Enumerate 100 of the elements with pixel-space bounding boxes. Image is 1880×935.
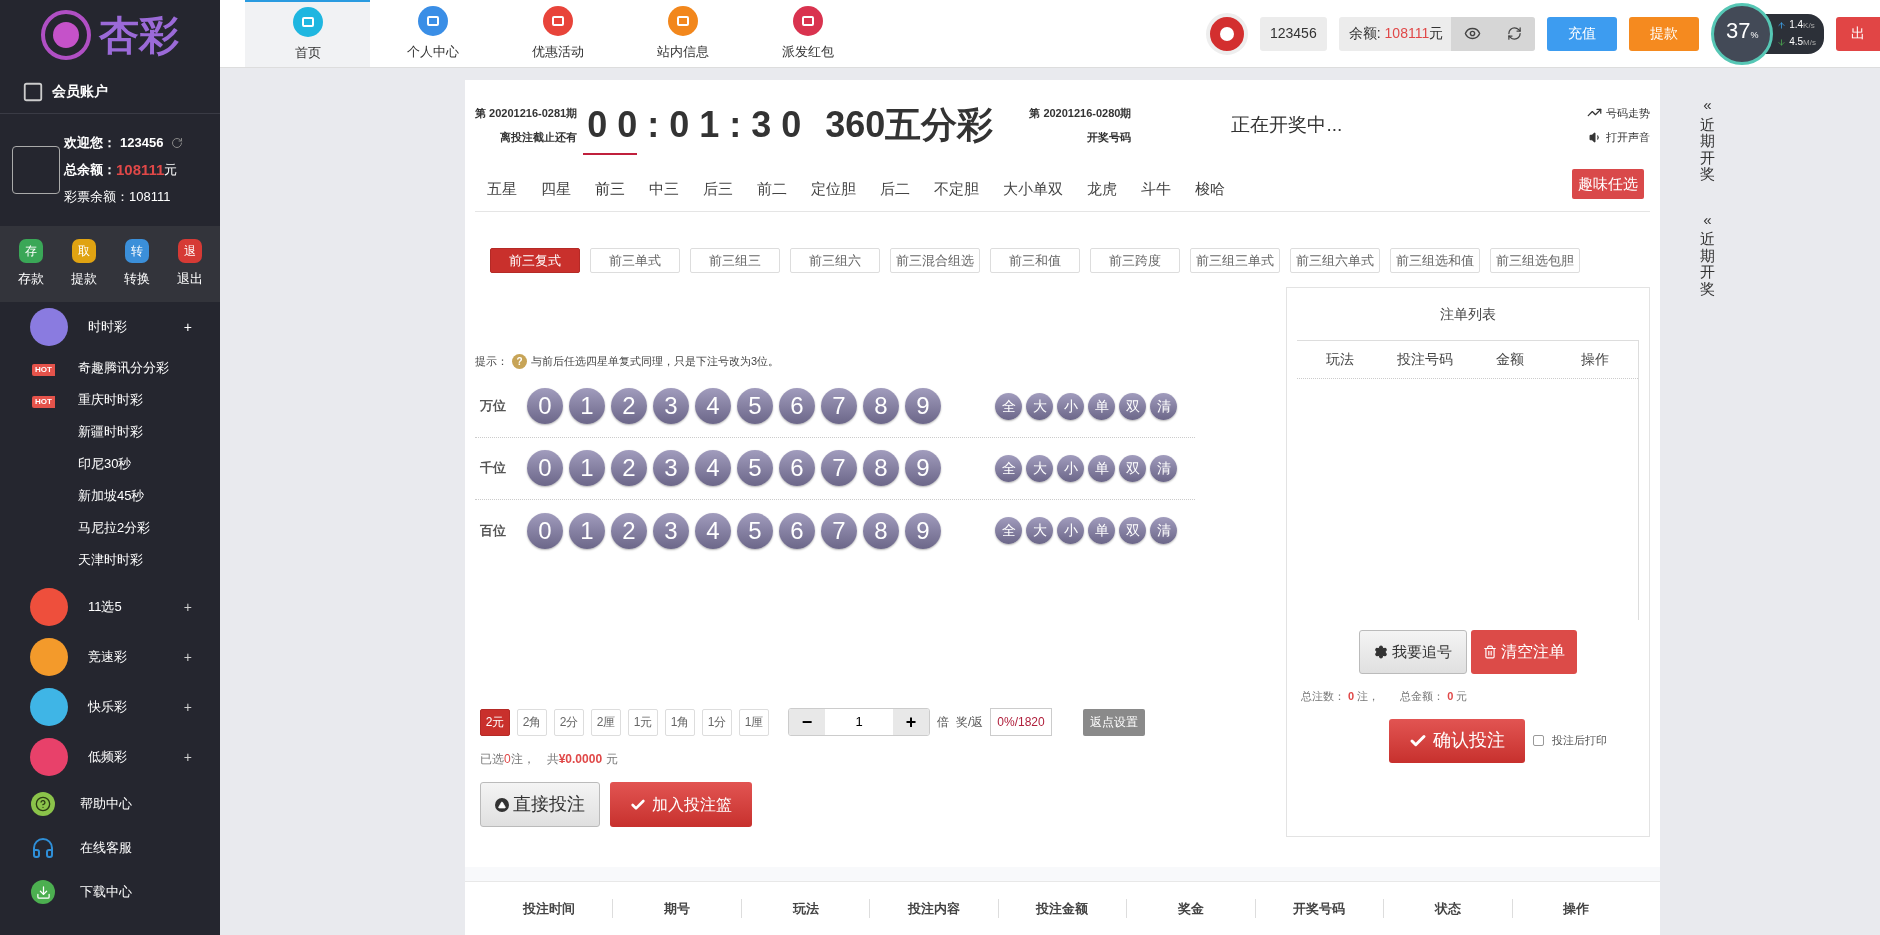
multiplier-stepper[interactable]: − 1 + [788, 708, 930, 736]
add-to-basket-button[interactable]: 加入投注篮 [610, 782, 752, 827]
sub-play-button[interactable]: 前三混合组选 [890, 248, 980, 273]
sub-play-button[interactable]: 前三组六 [790, 248, 880, 273]
column-header: 奖金 [1126, 898, 1255, 919]
chase-number-button[interactable]: 我要追号 [1359, 630, 1467, 674]
expand-toggle[interactable]: + [183, 696, 192, 718]
sidebar-link[interactable]: 在线客服 [0, 826, 220, 870]
category-item[interactable]: 11选5 + [0, 582, 220, 632]
sub-play-button[interactable]: 前三组选包胆 [1490, 248, 1580, 273]
play-tab[interactable]: 斗牛 [1129, 153, 1183, 203]
sub-play-button[interactable]: 前三跨度 [1090, 248, 1180, 273]
sub-play-button[interactable]: 前三组选和值 [1390, 248, 1480, 273]
increase-button[interactable]: + [893, 709, 929, 735]
lottery-item[interactable]: 马尼拉2分彩 [0, 512, 220, 544]
eye-icon [1463, 25, 1481, 42]
upload-arrow-icon [1777, 20, 1787, 30]
memory-percent-gauge: 37% [1711, 2, 1774, 65]
category-item[interactable]: 快乐彩 + [0, 682, 220, 732]
play-tab[interactable]: 后三 [691, 153, 745, 203]
play-tab[interactable]: 前三 [583, 153, 637, 203]
category-item[interactable]: 低频彩 + [0, 732, 220, 782]
sub-play-button[interactable]: 前三单式 [590, 248, 680, 273]
sub-play-button[interactable]: 前三和值 [990, 248, 1080, 273]
play-tab[interactable]: 龙虎 [1075, 153, 1129, 203]
direct-bet-button[interactable]: 直接投注 [480, 782, 600, 827]
sidebar-link[interactable]: 帮助中心 [0, 782, 220, 826]
hot-badge: HOT [32, 396, 55, 409]
unit-button[interactable]: 1元 [628, 708, 658, 736]
play-tab[interactable]: 后二 [868, 153, 922, 203]
expand-toggle[interactable]: + [183, 316, 192, 338]
member-account-link[interactable]: 会员账户 [52, 81, 108, 102]
download-speed-text: 4.5M/s [1789, 34, 1816, 49]
sound-link[interactable]: 打开声音 [1589, 129, 1650, 146]
play-tab[interactable]: 梭哈 [1183, 153, 1237, 203]
trend-link[interactable]: 号码走势 [1587, 104, 1650, 121]
sub-play-button[interactable]: 前三组三 [690, 248, 780, 273]
currency-unit: 元 [1429, 24, 1445, 43]
total-count-label: 总注数： [1301, 689, 1345, 704]
expand-toggle[interactable]: + [183, 596, 192, 618]
nav-tab[interactable]: 派发红包 [745, 0, 870, 67]
lottery-item[interactable]: 新加坡45秒 [0, 480, 220, 512]
confirm-bet-button[interactable]: 确认投注 [1389, 718, 1525, 763]
lottery-item[interactable]: 天津时时彩 [0, 544, 220, 576]
lottery-item[interactable]: 印尼30秒 [0, 448, 220, 480]
rebate-settings-button[interactable]: 返点设置 [1082, 708, 1145, 736]
play-tab[interactable]: 定位胆 [799, 153, 868, 203]
lottery-item[interactable]: HOT 奇趣腾讯分分彩 [0, 352, 220, 384]
column-header: 状态 [1383, 898, 1512, 919]
quick-action-button[interactable]: 退 退出 [163, 239, 216, 289]
quick-action-button[interactable]: 存 存款 [4, 239, 57, 289]
nav-tab[interactable]: 首页 [245, 0, 370, 67]
nav-tab[interactable]: 优惠活动 [495, 0, 620, 67]
account-button[interactable]: 出 [1836, 16, 1880, 51]
account-icon [22, 80, 44, 103]
refresh-button[interactable] [1493, 16, 1536, 51]
unit-button[interactable]: 2厘 [591, 708, 621, 736]
sub-play-button[interactable]: 前三组三单式 [1190, 248, 1280, 273]
sub-play-button[interactable]: 前三复式 [490, 248, 580, 273]
quick-action-button[interactable]: 取 提款 [57, 239, 110, 289]
column-header: 投注金额 [997, 898, 1127, 919]
expand-toggle[interactable]: + [183, 646, 192, 668]
unit-button[interactable]: 2元 [480, 708, 510, 736]
trash-icon [1483, 645, 1497, 659]
fun-select-button[interactable]: 趣味任选 [1572, 169, 1644, 199]
rebate-field[interactable]: 0%/1820 [990, 708, 1052, 736]
nav-tab[interactable]: 个人中心 [370, 0, 495, 67]
refresh-icon[interactable] [171, 137, 184, 149]
sub-play-button[interactable]: 前三组六单式 [1290, 248, 1380, 273]
draw-numbers-label: 开奖号码 [1087, 130, 1132, 145]
unit-button[interactable]: 1分 [702, 708, 732, 736]
play-tab[interactable]: 四星 [529, 153, 583, 203]
unit-button[interactable]: 1角 [665, 708, 695, 736]
decrease-button[interactable]: − [789, 709, 825, 735]
play-tab[interactable]: 五星 [475, 153, 529, 203]
show-balance-button[interactable] [1451, 16, 1494, 51]
nav-tab[interactable]: 站内信息 [620, 0, 745, 67]
recent-draws-toggle[interactable]: « 近期开奖 [1700, 208, 1715, 297]
upload-speed-text: 1.4K/s [1789, 17, 1815, 32]
category-item[interactable]: 时时彩 + [0, 302, 220, 352]
position-label: 万位 [479, 397, 507, 416]
lottery-item[interactable]: 新疆时时彩 [0, 416, 220, 448]
unit-button[interactable]: 1厘 [739, 708, 769, 736]
play-tab[interactable]: 不定胆 [922, 153, 991, 203]
unit-button[interactable]: 2角 [517, 708, 547, 736]
currency-unit: 元 [164, 161, 178, 180]
headset-icon [31, 836, 55, 860]
category-item[interactable]: 竞速彩 + [0, 632, 220, 682]
quick-action-button[interactable]: 转 转换 [110, 239, 163, 289]
balance-label: 余额: [1347, 24, 1381, 43]
clear-bets-button[interactable]: 清空注单 [1471, 630, 1577, 674]
play-tab[interactable]: 大小单双 [991, 153, 1075, 203]
play-tab[interactable]: 前二 [745, 153, 799, 203]
lottery-item[interactable]: HOT 重庆时时彩 [0, 384, 220, 416]
play-tab[interactable]: 中三 [637, 153, 691, 203]
unit-button[interactable]: 2分 [554, 708, 584, 736]
recent-draws-toggle[interactable]: « 近期开奖 [1700, 94, 1715, 183]
expand-toggle[interactable]: + [183, 746, 192, 768]
sidebar-link[interactable]: 下载中心 [0, 870, 220, 914]
print-checkbox[interactable] [1533, 735, 1544, 746]
